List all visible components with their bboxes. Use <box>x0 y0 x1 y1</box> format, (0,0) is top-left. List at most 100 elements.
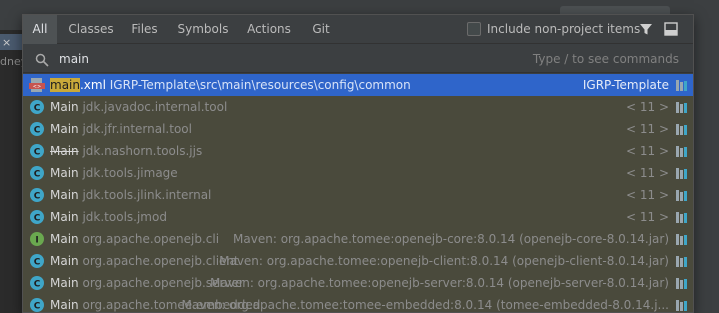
tab-classes[interactable]: Classes <box>64 15 118 44</box>
result-location: jdk.tools.jlink.internal <box>78 188 212 202</box>
result-label: Main <box>50 188 79 202</box>
svg-text:C: C <box>34 280 41 290</box>
result-row[interactable]: C Main org.apache.openejb.server Maven: or… <box>23 272 693 294</box>
result-label: Main <box>50 100 79 114</box>
result-origin: < 11 > <box>625 122 669 136</box>
svg-text:C: C <box>34 214 41 224</box>
result-row[interactable]: C Main org.apache.openejb.client Maven: or… <box>23 250 693 272</box>
result-label: Main <box>50 144 79 158</box>
result-row[interactable]: C Main jdk.tools.jlink.internal < 11 > <box>23 184 693 206</box>
class-icon: C <box>30 122 44 136</box>
preview-toggle-icon[interactable] <box>664 22 678 36</box>
library-icon <box>676 168 687 179</box>
result-origin: < 11 > <box>625 188 669 202</box>
result-name: Main org.apache.openejb.client <box>50 250 239 272</box>
result-label: Main <box>50 232 79 246</box>
library-icon <box>676 212 687 223</box>
library-icon <box>676 278 687 289</box>
result-origin: < 11 > <box>625 210 669 224</box>
result-row[interactable]: I Main org.apache.openejb.cli Maven: org.a… <box>23 228 693 250</box>
class-icon: C <box>30 210 44 224</box>
library-icon <box>676 80 687 91</box>
result-row[interactable]: C Main jdk.nashorn.tools.jjs < 11 > <box>23 140 693 162</box>
include-non-project-checkbox[interactable] <box>467 22 481 36</box>
result-location: jdk.nashorn.tools.jjs <box>78 144 203 158</box>
result-location: jdk.tools.jimage <box>78 166 178 180</box>
result-origin: Maven: org.apache.tomee:openejb-server:8… <box>210 276 669 290</box>
tab-git[interactable]: Git <box>306 15 336 44</box>
svg-text:<>: <> <box>33 84 41 90</box>
svg-text:C: C <box>34 192 41 202</box>
library-icon <box>676 256 687 267</box>
result-name: Main jdk.javadoc.internal.tool <box>50 96 227 118</box>
result-row[interactable]: C Main jdk.tools.jimage < 11 > <box>23 162 693 184</box>
project-panel-edge <box>0 30 22 313</box>
match-highlight: main <box>50 78 80 92</box>
svg-text:C: C <box>34 258 41 268</box>
result-origin: Maven: org.apache.tomee:openejb-core:8.0… <box>233 232 669 246</box>
class-icon: C <box>30 254 44 268</box>
results-list: <> main.xml IGRP-Template\src\main\resour… <box>23 74 693 312</box>
result-row[interactable]: C Main org.apache.tomee.embedded Maven: or… <box>23 294 693 312</box>
class-icon: C <box>30 188 44 202</box>
result-row[interactable]: C Main jdk.javadoc.internal.tool < 11 > <box>23 96 693 118</box>
result-name: Main jdk.tools.jimage <box>50 162 178 184</box>
svg-text:C: C <box>34 302 41 312</box>
tab-symbols[interactable]: Symbols <box>173 15 233 44</box>
tab-all[interactable]: All <box>23 15 57 44</box>
search-everywhere-popup: All Classes Files Symbols Actions Git In… <box>22 14 694 313</box>
svg-text:C: C <box>34 170 41 180</box>
result-origin: Maven: org.apache.tomee:openejb-client:8… <box>219 254 669 268</box>
result-name: main.xml IGRP-Template\src\main\resource… <box>50 74 411 96</box>
result-name: Main org.apache.openejb.cli <box>50 228 219 250</box>
result-label: Main <box>50 166 79 180</box>
close-icon[interactable]: × <box>2 36 11 49</box>
interface-icon: I <box>30 232 44 246</box>
svg-text:C: C <box>34 148 41 158</box>
result-name: Main jdk.nashorn.tools.jjs <box>50 140 202 162</box>
tool-window-strip <box>694 0 719 313</box>
result-label: .xml <box>79 78 106 92</box>
tab-bar: All Classes Files Symbols Actions Git In… <box>23 15 693 44</box>
result-label: Main <box>50 276 79 290</box>
result-location: jdk.tools.jmod <box>78 210 167 224</box>
result-name: Main jdk.jfr.internal.tool <box>50 118 192 140</box>
search-icon <box>35 53 49 67</box>
class-icon: C <box>30 276 44 290</box>
xml-file-icon: <> <box>29 78 45 92</box>
result-location: IGRP-Template\src\main\resources\config\… <box>105 78 411 92</box>
result-origin: Maven: org.apache.tomee:tomee-embedded:8… <box>181 298 670 312</box>
search-hint: Type / to see commands <box>532 52 679 66</box>
result-label: Main <box>50 298 79 312</box>
result-label: Main <box>50 210 79 224</box>
class-icon: C <box>30 144 44 158</box>
result-label: Main <box>50 122 79 136</box>
result-row[interactable]: C Main jdk.jfr.internal.tool < 11 > <box>23 118 693 140</box>
tab-files[interactable]: Files <box>126 15 163 44</box>
result-origin: < 11 > <box>625 144 669 158</box>
filter-icon[interactable] <box>639 22 653 36</box>
class-icon: C <box>30 166 44 180</box>
result-location: org.apache.openejb.client <box>78 254 239 268</box>
library-icon <box>676 234 687 245</box>
tab-actions[interactable]: Actions <box>244 15 294 44</box>
result-location: org.apache.openejb.cli <box>78 232 220 246</box>
result-location: jdk.javadoc.internal.tool <box>78 100 228 114</box>
result-label: Main <box>50 254 79 268</box>
include-non-project-label: Include non-project items <box>487 22 641 36</box>
result-location: jdk.jfr.internal.tool <box>78 122 192 136</box>
svg-text:C: C <box>34 104 41 114</box>
library-icon <box>676 102 687 113</box>
result-origin: IGRP-Template <box>582 78 669 92</box>
library-icon <box>676 300 687 311</box>
library-icon <box>676 146 687 157</box>
search-input[interactable] <box>59 45 359 73</box>
result-origin: < 11 > <box>625 100 669 114</box>
class-icon: C <box>30 100 44 114</box>
result-name: Main jdk.tools.jlink.internal <box>50 184 211 206</box>
result-row[interactable]: C Main jdk.tools.jmod < 11 > <box>23 206 693 228</box>
library-icon <box>676 190 687 201</box>
result-row[interactable]: <> main.xml IGRP-Template\src\main\resour… <box>23 74 693 96</box>
result-origin: < 11 > <box>625 166 669 180</box>
search-bar: Type / to see commands <box>23 45 693 73</box>
